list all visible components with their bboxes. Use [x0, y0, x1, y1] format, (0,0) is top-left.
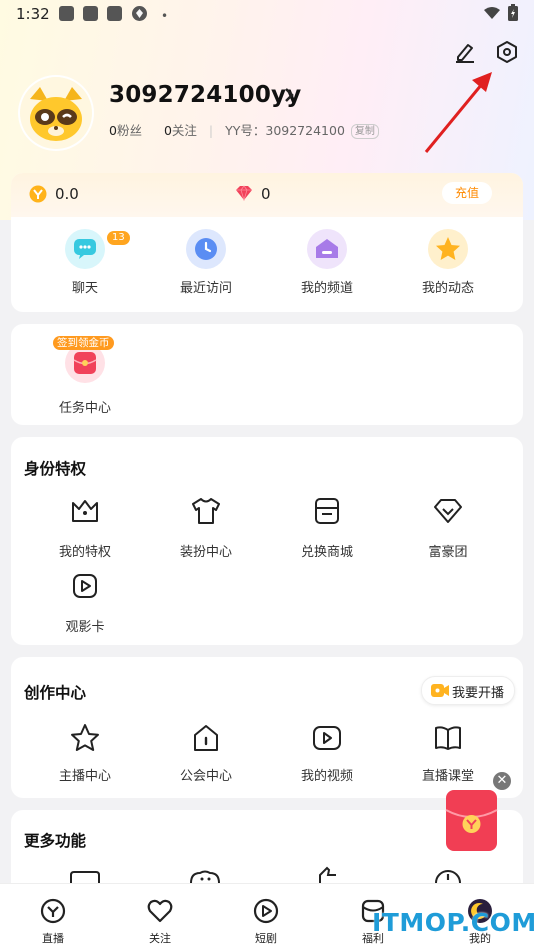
play-card-icon: [69, 570, 101, 602]
live-classroom[interactable]: 直播课堂: [388, 722, 508, 784]
more-item-icon[interactable]: [314, 866, 342, 884]
my-privileges-label: 我的特权: [58, 545, 111, 560]
tycoon-club[interactable]: 富豪团: [388, 495, 508, 560]
streamer-center[interactable]: 主播中心: [25, 722, 145, 784]
diamond-icon: [432, 495, 464, 527]
profile-stats: 0粉丝 0关注 | YY号：3092724100 复制: [109, 120, 379, 139]
camera-icon: [431, 684, 449, 697]
quick-moments-label: 我的动态: [421, 281, 474, 296]
clock-icon: [186, 229, 226, 269]
live-tab-icon: [40, 898, 66, 924]
star-outline-icon: [69, 722, 101, 754]
username[interactable]: 3092724100yy: [109, 82, 301, 108]
heart-tab-icon: [147, 899, 173, 923]
store-icon: [311, 495, 343, 527]
recharge-button[interactable]: 充值: [442, 182, 492, 204]
streamer-center-label: 主播中心: [58, 769, 111, 784]
channel-icon: [307, 229, 347, 269]
guild-center[interactable]: 公会中心: [146, 722, 266, 784]
checkin-badge: 签到领金币: [53, 336, 114, 350]
divider: |: [208, 123, 214, 138]
my-videos[interactable]: 我的视频: [267, 722, 387, 784]
movie-card[interactable]: 观影卡: [25, 570, 145, 635]
copy-button[interactable]: 复制: [350, 124, 379, 139]
quick-chat-label: 聊天: [71, 281, 98, 296]
coin-icon: [29, 185, 47, 203]
diamond-gem-icon: [236, 185, 252, 201]
quick-my-channel[interactable]: 我的频道: [267, 229, 387, 296]
live-classroom-label: 直播课堂: [421, 769, 474, 784]
creation-section-title: 创作中心: [24, 684, 87, 702]
watermark-text: ITMOP.COM: [372, 908, 534, 937]
quick-recent-visits[interactable]: 最近访问: [146, 229, 266, 296]
more-item-icon[interactable]: [68, 870, 102, 884]
dressup-center-label: 装扮中心: [179, 545, 232, 560]
tab-live-label: 直播: [42, 932, 64, 945]
quick-channel-label: 我的频道: [300, 281, 353, 296]
follow-count[interactable]: 0: [164, 123, 172, 138]
fans-label[interactable]: 粉丝: [117, 123, 142, 138]
video-icon: [311, 722, 343, 754]
tycoon-club-label: 富豪团: [428, 545, 468, 560]
exchange-store[interactable]: 兑换商城: [267, 495, 387, 560]
home-icon: [190, 722, 222, 754]
quick-recent-label: 最近访问: [179, 281, 232, 296]
avatar[interactable]: [20, 77, 92, 149]
go-live-label: 我要开播: [452, 686, 505, 701]
go-live-button[interactable]: 我要开播: [421, 676, 515, 705]
star-icon: [428, 229, 468, 269]
my-privileges[interactable]: 我的特权: [25, 495, 145, 560]
guild-center-label: 公会中心: [179, 769, 232, 784]
task-center-label: 任务中心: [58, 401, 111, 416]
more-item-icon[interactable]: [188, 870, 222, 884]
coin-balance: 0.0: [55, 185, 79, 203]
tshirt-icon: [190, 495, 222, 527]
tab-follow-label: 关注: [149, 932, 171, 945]
tab-follow[interactable]: 关注: [130, 898, 190, 946]
play-tab-icon: [253, 898, 279, 924]
floating-red-envelope[interactable]: [444, 788, 499, 853]
chat-unread-badge: 13: [107, 231, 130, 245]
movie-card-label: 观影卡: [65, 620, 105, 635]
tab-shortdrama[interactable]: 短剧: [236, 898, 296, 946]
dressup-center[interactable]: 装扮中心: [146, 495, 266, 560]
crown-icon: [69, 495, 101, 527]
yy-id: 3092724100: [265, 123, 345, 138]
more-section-title: 更多功能: [24, 832, 87, 850]
identity-section-title: 身份特权: [24, 460, 87, 478]
gem-balance: 0: [261, 185, 271, 203]
fans-count[interactable]: 0: [109, 123, 117, 138]
more-item-icon[interactable]: [433, 866, 463, 884]
follow-label[interactable]: 关注: [172, 123, 197, 138]
my-videos-label: 我的视频: [300, 769, 353, 784]
quick-my-moments[interactable]: 我的动态: [388, 229, 508, 296]
tab-shortdrama-label: 短剧: [255, 932, 277, 945]
task-center[interactable]: 任务中心: [25, 343, 145, 416]
yy-label: YY号：: [225, 123, 266, 138]
tab-live[interactable]: 直播: [23, 898, 83, 946]
book-icon: [432, 722, 464, 754]
close-floating-button[interactable]: ✕: [493, 772, 511, 790]
chat-icon: [65, 229, 105, 269]
raccoon-avatar-icon: [20, 77, 92, 149]
wallet-bar[interactable]: 0.0 0 充值: [11, 173, 523, 217]
chevron-right-icon[interactable]: [283, 86, 295, 104]
exchange-store-label: 兑换商城: [300, 545, 353, 560]
